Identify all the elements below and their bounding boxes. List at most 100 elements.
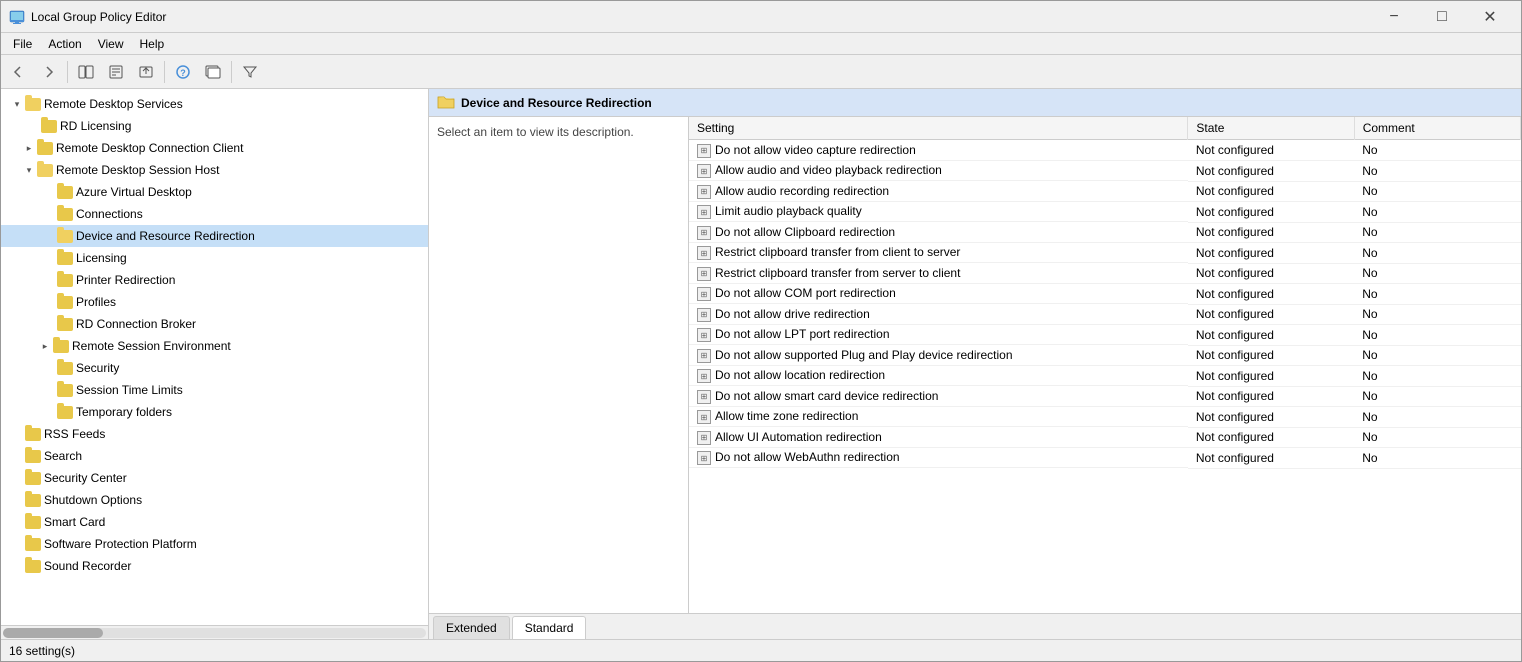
properties-button[interactable] [102, 59, 130, 85]
tab-standard[interactable]: Standard [512, 616, 587, 639]
close-button[interactable]: ✕ [1467, 4, 1513, 30]
setting-name-cell: ⊞Allow audio and video playback redirect… [689, 161, 1188, 182]
policy-icon: ⊞ [697, 450, 715, 466]
col-state[interactable]: State [1188, 117, 1354, 140]
table-row[interactable]: ⊞Do not allow location redirectionNot co… [689, 366, 1521, 387]
table-row[interactable]: ⊞Do not allow COM port redirectionNot co… [689, 284, 1521, 305]
back-button[interactable] [5, 59, 33, 85]
setting-name-text: Do not allow LPT port redirection [715, 327, 890, 341]
expander-rdl [25, 118, 41, 134]
expander-rse[interactable]: ▸ [37, 338, 53, 354]
show-hide-tree-button[interactable] [72, 59, 100, 85]
table-row[interactable]: ⊞Do not allow smart card device redirect… [689, 386, 1521, 407]
folder-icon-rdcc [37, 140, 53, 156]
policy-icon: ⊞ [697, 245, 715, 261]
menu-action[interactable]: Action [40, 35, 89, 53]
tree-item-profiles[interactable]: Profiles [1, 291, 428, 313]
table-row[interactable]: ⊞Allow time zone redirectionNot configur… [689, 407, 1521, 428]
tree-item-rss[interactable]: RSS Feeds [1, 423, 428, 445]
setting-comment: No [1354, 345, 1520, 366]
expander-rds[interactable]: ▾ [9, 96, 25, 112]
expander-rdcb [41, 316, 57, 332]
expander-drr [41, 228, 57, 244]
scrollbar-track[interactable] [3, 628, 426, 638]
folder-icon-avd [57, 184, 73, 200]
tree-item-printer[interactable]: Printer Redirection [1, 269, 428, 291]
setting-name-cell: ⊞Do not allow COM port redirection [689, 284, 1188, 305]
tree-item-avd[interactable]: Azure Virtual Desktop [1, 181, 428, 203]
forward-button[interactable] [35, 59, 63, 85]
tree-item-rdcc[interactable]: ▸ Remote Desktop Connection Client [1, 137, 428, 159]
expander-rdcc[interactable]: ▸ [21, 140, 37, 156]
expander-smartcard [9, 514, 25, 530]
setting-name-cell: ⊞Do not allow Clipboard redirection [689, 222, 1188, 243]
expander-rdsh[interactable]: ▾ [21, 162, 37, 178]
table-row[interactable]: ⊞Do not allow drive redirectionNot confi… [689, 304, 1521, 325]
setting-name-cell: ⊞Allow UI Automation redirection [689, 427, 1188, 448]
table-row[interactable]: ⊞Allow UI Automation redirectionNot conf… [689, 427, 1521, 448]
new-window-button[interactable] [199, 59, 227, 85]
col-setting[interactable]: Setting [689, 117, 1188, 140]
tree-item-security[interactable]: Security [1, 357, 428, 379]
tree-label-search: Search [44, 449, 82, 463]
folder-icon-smartcard [25, 514, 41, 530]
menu-file[interactable]: File [5, 35, 40, 53]
menu-help[interactable]: Help [132, 35, 173, 53]
maximize-button[interactable]: □ [1419, 4, 1465, 30]
tree-item-device-resource[interactable]: Device and Resource Redirection [1, 225, 428, 247]
window-controls: − □ ✕ [1371, 4, 1513, 30]
tree-label-rdcb: RD Connection Broker [76, 317, 196, 331]
table-row[interactable]: ⊞Do not allow WebAuthn redirectionNot co… [689, 448, 1521, 469]
setting-name-text: Restrict clipboard transfer from client … [715, 245, 960, 259]
tree-item-rd-licensing[interactable]: RD Licensing [1, 115, 428, 137]
tree-label-lic: Licensing [76, 251, 127, 265]
tree-item-rdsh[interactable]: ▾ Remote Desktop Session Host [1, 159, 428, 181]
setting-state: Not configured [1188, 181, 1354, 202]
table-row[interactable]: ⊞Restrict clipboard transfer from client… [689, 243, 1521, 264]
menu-view[interactable]: View [90, 35, 132, 53]
tree-item-licensing[interactable]: Licensing [1, 247, 428, 269]
help-button[interactable]: ? [169, 59, 197, 85]
setting-state: Not configured [1188, 386, 1354, 407]
menu-bar: File Action View Help [1, 33, 1521, 55]
left-panel-scrollbar[interactable] [1, 625, 428, 639]
table-row[interactable]: ⊞Limit audio playback qualityNot configu… [689, 202, 1521, 223]
policy-icon: ⊞ [697, 327, 715, 343]
tree-container[interactable]: ▾ Remote Desktop Services RD Licensing ▸ [1, 89, 428, 625]
table-row[interactable]: ⊞Do not allow LPT port redirectionNot co… [689, 325, 1521, 346]
tree-item-shutdown[interactable]: Shutdown Options [1, 489, 428, 511]
tree-item-rse[interactable]: ▸ Remote Session Environment [1, 335, 428, 357]
policy-icon: ⊞ [697, 204, 715, 220]
minimize-button[interactable]: − [1371, 4, 1417, 30]
table-row[interactable]: ⊞Allow audio and video playback redirect… [689, 161, 1521, 182]
tab-extended[interactable]: Extended [433, 616, 510, 639]
col-comment[interactable]: Comment [1354, 117, 1520, 140]
tree-item-rdcb[interactable]: RD Connection Broker [1, 313, 428, 335]
tree-item-search[interactable]: Search [1, 445, 428, 467]
table-row[interactable]: ⊞Restrict clipboard transfer from server… [689, 263, 1521, 284]
description-text: Select an item to view its description. [437, 125, 634, 139]
scrollbar-thumb[interactable] [3, 628, 103, 638]
table-row[interactable]: ⊞Allow audio recording redirectionNot co… [689, 181, 1521, 202]
tree-label-rdcc: Remote Desktop Connection Client [56, 141, 243, 155]
tree-item-security-center[interactable]: Security Center [1, 467, 428, 489]
tree-item-stl[interactable]: Session Time Limits [1, 379, 428, 401]
folder-icon-rse [53, 338, 69, 354]
tree-item-connections[interactable]: Connections [1, 203, 428, 225]
settings-panel[interactable]: Setting State Comment ⊞Do not allow vide… [689, 117, 1521, 613]
tree-item-spp[interactable]: Software Protection Platform [1, 533, 428, 555]
policy-icon: ⊞ [697, 163, 715, 179]
tree-item-smartcard[interactable]: Smart Card [1, 511, 428, 533]
setting-state: Not configured [1188, 345, 1354, 366]
tree-item-temp-folders[interactable]: Temporary folders [1, 401, 428, 423]
setting-state: Not configured [1188, 304, 1354, 325]
setting-comment: No [1354, 407, 1520, 428]
tree-item-sound-recorder[interactable]: Sound Recorder [1, 555, 428, 577]
setting-state: Not configured [1188, 427, 1354, 448]
export-button[interactable] [132, 59, 160, 85]
table-row[interactable]: ⊞Do not allow supported Plug and Play de… [689, 345, 1521, 366]
table-row[interactable]: ⊞Do not allow Clipboard redirectionNot c… [689, 222, 1521, 243]
filter-button[interactable] [236, 59, 264, 85]
tree-item-remote-desktop-services[interactable]: ▾ Remote Desktop Services [1, 93, 428, 115]
table-row[interactable]: ⊞Do not allow video capture redirectionN… [689, 140, 1521, 161]
